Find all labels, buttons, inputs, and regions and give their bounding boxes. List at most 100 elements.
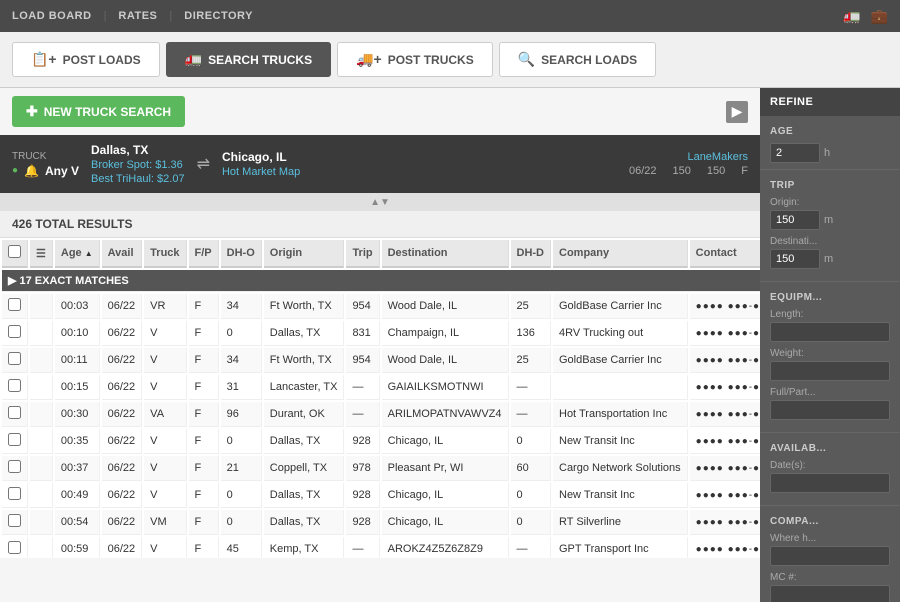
row-company[interactable]: 4RV Trucking out (553, 321, 688, 346)
equip-fullpart-input[interactable] (770, 400, 890, 420)
row-checkbox[interactable] (8, 514, 21, 527)
trip-dest-input[interactable] (770, 249, 820, 269)
row-company[interactable]: New Transit Inc (553, 429, 688, 454)
main-panel: ✚ NEW TRUCK SEARCH ▶ Truck ● 🔔 Any V Dal… (0, 88, 760, 602)
tab-post-trucks[interactable]: 🚚+ POST TRUCKS (337, 42, 493, 77)
company-where-input[interactable] (770, 546, 890, 566)
row-menu-cell (30, 483, 53, 508)
equip-weight-field: Weight: (770, 348, 890, 381)
table-row[interactable]: 00:03 06/22 VR F 34 Ft Worth, TX 954 Woo… (2, 294, 760, 319)
row-age: 00:03 (55, 294, 100, 319)
col-menu[interactable]: ☰ (30, 240, 53, 268)
col-destination[interactable]: Destination (382, 240, 509, 268)
lanemakers-link[interactable]: LaneMakers (687, 151, 748, 163)
trip-origin-input[interactable] (770, 210, 820, 230)
col-dhd[interactable]: DH-D (511, 240, 552, 268)
row-company[interactable] (553, 375, 688, 400)
table-row[interactable]: 00:15 06/22 V F 31 Lancaster, TX — GAIAI… (2, 375, 760, 400)
hot-market-link[interactable]: Hot Market Map (222, 166, 300, 178)
row-checkbox[interactable] (8, 487, 21, 500)
expand-button[interactable]: ▶ (726, 101, 748, 123)
col-origin[interactable]: Origin (264, 240, 345, 268)
col-company[interactable]: Company (553, 240, 688, 268)
row-checkbox-cell[interactable] (2, 456, 28, 481)
row-checkbox[interactable] (8, 406, 21, 419)
criteria-origin-val: Dallas, TX (91, 143, 185, 157)
row-company[interactable]: GPT Transport Inc (553, 537, 688, 558)
table-row[interactable]: 00:11 06/22 V F 34 Ft Worth, TX 954 Wood… (2, 348, 760, 373)
row-checkbox-cell[interactable] (2, 510, 28, 535)
row-checkbox-cell[interactable] (2, 402, 28, 427)
transfer-icon: ⇌ (197, 154, 210, 174)
broker-spot-link[interactable]: Broker Spot: $1.36 (91, 159, 185, 171)
row-checkbox-cell[interactable] (2, 321, 28, 346)
row-checkbox-cell[interactable] (2, 537, 28, 558)
col-truck[interactable]: Truck (144, 240, 186, 268)
nav-icon-group: 🚛 💼 (843, 8, 888, 25)
table-row[interactable]: 00:35 06/22 V F 0 Dallas, TX 928 Chicago… (2, 429, 760, 454)
sidebar-trip-section: TRIP Origin: m Destinati... m (760, 170, 900, 282)
row-checkbox[interactable] (8, 298, 21, 311)
row-age: 00:15 (55, 375, 100, 400)
row-checkbox-cell[interactable] (2, 483, 28, 508)
nav-load-board[interactable]: LOAD BOARD (12, 10, 92, 22)
briefcase-icon[interactable]: 💼 (871, 8, 888, 25)
row-checkbox-cell[interactable] (2, 429, 28, 454)
row-truck: V (144, 348, 186, 373)
results-table: ☰ Age ▲ Avail Truck F/P DH-O Origin Trip… (0, 238, 760, 558)
row-company[interactable]: RT Silverline (553, 510, 688, 535)
row-origin: Durant, OK (264, 402, 345, 427)
nav-rates[interactable]: RATES (118, 10, 157, 22)
row-company[interactable]: GoldBase Carrier Inc (553, 294, 688, 319)
row-checkbox[interactable] (8, 379, 21, 392)
post-loads-icon: 📋+ (31, 51, 57, 68)
row-checkbox-cell[interactable] (2, 348, 28, 373)
avail-dates-input[interactable] (770, 473, 890, 493)
tab-search-trucks[interactable]: 🚛 SEARCH TRUCKS (166, 42, 331, 77)
age-input[interactable] (770, 143, 820, 163)
table-row[interactable]: 00:59 06/22 V F 45 Kemp, TX — AROKZ4Z5Z6… (2, 537, 760, 558)
col-checkbox[interactable] (2, 240, 28, 268)
table-row[interactable]: 00:10 06/22 V F 0 Dallas, TX 831 Champai… (2, 321, 760, 346)
new-truck-search-button[interactable]: ✚ NEW TRUCK SEARCH (12, 96, 185, 127)
table-row[interactable]: 00:49 06/22 V F 0 Dallas, TX 928 Chicago… (2, 483, 760, 508)
col-contact[interactable]: Contact (690, 240, 760, 268)
tab-post-loads[interactable]: 📋+ POST LOADS (12, 42, 160, 77)
row-fp: F (189, 294, 219, 319)
active-indicator: ● (12, 165, 18, 176)
row-checkbox[interactable] (8, 541, 21, 554)
row-avail: 06/22 (102, 348, 143, 373)
company-mc-input[interactable] (770, 585, 890, 602)
table-row[interactable]: 00:54 06/22 VM F 0 Dallas, TX 928 Chicag… (2, 510, 760, 535)
row-checkbox-cell[interactable] (2, 294, 28, 319)
criteria-avail-val: 06/22 (629, 165, 657, 177)
table-row[interactable]: 00:30 06/22 VA F 96 Durant, OK — ARILMOP… (2, 402, 760, 427)
col-fp[interactable]: F/P (189, 240, 219, 268)
tab-search-loads[interactable]: 🔍 SEARCH LOADS (499, 42, 656, 77)
equip-weight-input[interactable] (770, 361, 890, 381)
row-company[interactable]: Cargo Network Solutions (553, 456, 688, 481)
row-company[interactable]: Hot Transportation Inc (553, 402, 688, 427)
best-trihaul-link[interactable]: Best TriHaul: $2.07 (91, 173, 185, 185)
col-avail[interactable]: Avail (102, 240, 143, 268)
scroll-indicator[interactable]: ▲▼ (0, 193, 760, 211)
table-row[interactable]: 00:37 06/22 V F 21 Coppell, TX 978 Pleas… (2, 456, 760, 481)
row-company[interactable]: GoldBase Carrier Inc (553, 348, 688, 373)
row-checkbox[interactable] (8, 325, 21, 338)
row-truck: VA (144, 402, 186, 427)
select-all-checkbox[interactable] (8, 245, 21, 258)
equip-length-input[interactable] (770, 322, 890, 342)
nav-directory[interactable]: DIRECTORY (184, 10, 253, 22)
col-trip[interactable]: Trip (346, 240, 379, 268)
row-menu-cell (30, 510, 53, 535)
row-checkbox[interactable] (8, 433, 21, 446)
col-age[interactable]: Age ▲ (55, 240, 100, 268)
truck-icon[interactable]: 🚛 (843, 8, 860, 25)
col-dho[interactable]: DH-O (221, 240, 262, 268)
row-checkbox[interactable] (8, 460, 21, 473)
results-table-container[interactable]: ☰ Age ▲ Avail Truck F/P DH-O Origin Trip… (0, 238, 760, 558)
search-criteria-row: Truck ● 🔔 Any V Dallas, TX Broker Spot: … (0, 135, 760, 193)
row-checkbox-cell[interactable] (2, 375, 28, 400)
row-checkbox[interactable] (8, 352, 21, 365)
row-company[interactable]: New Transit Inc (553, 483, 688, 508)
